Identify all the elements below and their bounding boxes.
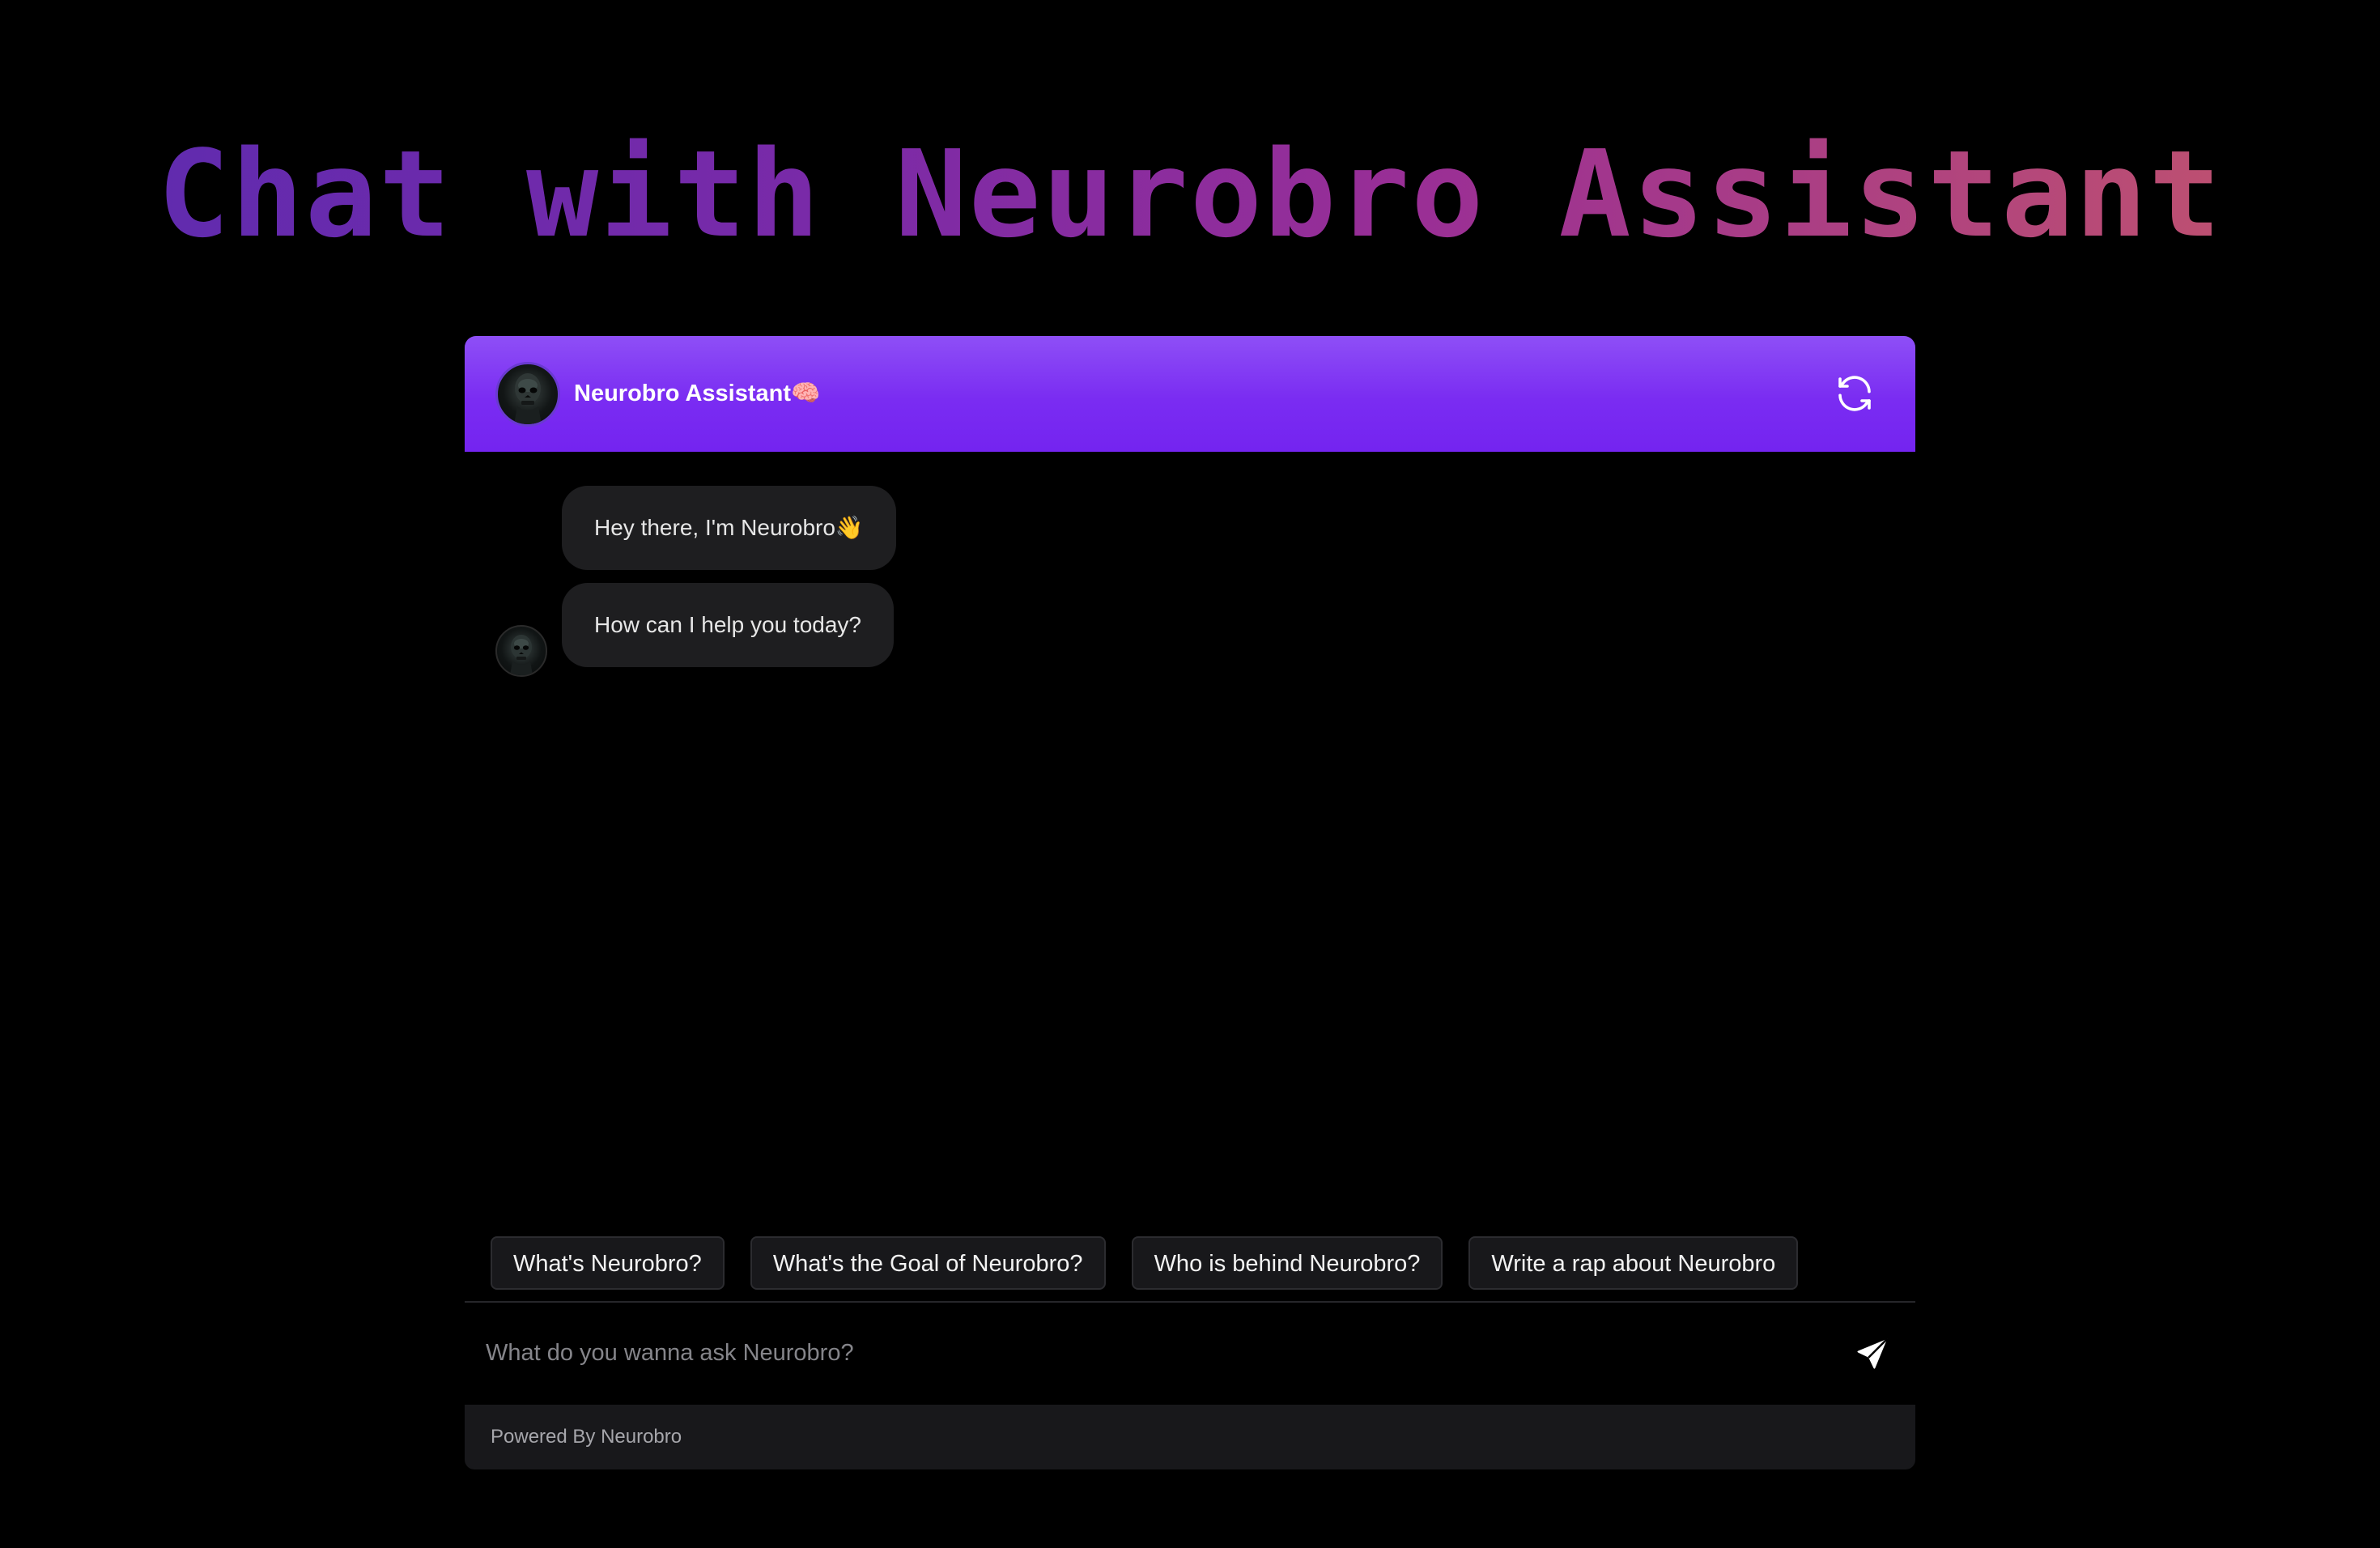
chat-header: Neurobro Assistant🧠 — [465, 336, 1915, 452]
send-button[interactable] — [1854, 1335, 1891, 1372]
assistant-message: How can I help you today? — [562, 583, 894, 667]
refresh-icon — [1838, 376, 1871, 411]
powered-by-text: Powered By Neurobro — [491, 1426, 682, 1448]
send-icon — [1857, 1337, 1889, 1369]
refresh-button[interactable] — [1833, 372, 1876, 415]
suggestion-chip[interactable]: What's Neurobro? — [491, 1236, 725, 1290]
message-list: Hey there, I'm Neurobro👋 How can I help … — [465, 452, 1915, 1314]
assistant-avatar-icon — [495, 362, 560, 427]
message-input-row — [465, 1303, 1915, 1405]
assistant-message: Hey there, I'm Neurobro👋 — [562, 486, 896, 570]
header-title: Neurobro Assistant🧠 — [574, 381, 821, 406]
footer: Powered By Neurobro — [465, 1405, 1915, 1469]
page: Chat with Neurobro Assistant Neurobro As… — [0, 0, 2380, 1548]
suggestion-chip[interactable]: Who is behind Neurobro? — [1131, 1236, 1443, 1290]
message-input[interactable] — [482, 1320, 1800, 1385]
message-avatar-icon — [495, 625, 547, 677]
suggestion-chip[interactable]: Write a rap about Neurobro — [1468, 1236, 1799, 1290]
suggestion-chip[interactable]: What's the Goal of Neurobro? — [750, 1236, 1106, 1290]
page-title: Chat with Neurobro Assistant — [0, 121, 2380, 267]
chat-widget: Neurobro Assistant🧠 Hey there, I'm Neuro… — [465, 336, 1915, 1469]
suggestion-chips: What's Neurobro? What's the Goal of Neur… — [491, 1236, 1799, 1290]
